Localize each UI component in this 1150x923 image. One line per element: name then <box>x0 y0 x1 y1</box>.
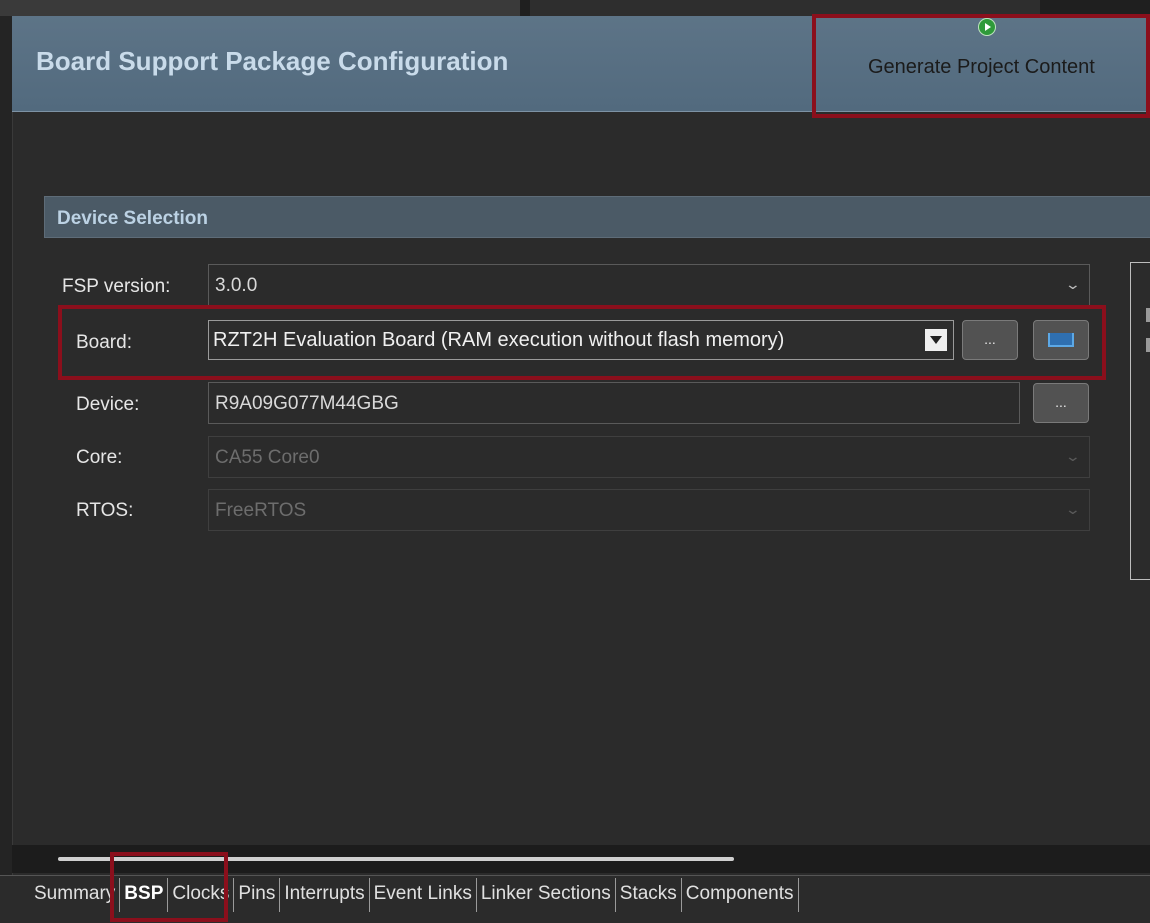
chevron-down-icon: ⌄ <box>1064 501 1082 517</box>
board-browse-button[interactable]: ... <box>962 320 1018 360</box>
editor-tab-2[interactable] <box>530 0 1040 16</box>
tab-interrupts[interactable]: Interrupts <box>280 878 370 912</box>
play-circle-icon <box>978 18 996 36</box>
dropdown-arrow-icon[interactable] <box>925 329 947 351</box>
tab-summary[interactable]: Summary <box>30 878 121 912</box>
import-board-button[interactable] <box>1033 320 1089 360</box>
tab-clocks[interactable]: Clocks <box>168 878 235 912</box>
board-label: Board: <box>76 332 132 353</box>
generate-button-label: Generate Project Content <box>868 56 1095 78</box>
tab-bsp[interactable]: BSP <box>120 878 169 912</box>
editor-tab-1[interactable] <box>0 0 520 16</box>
tab-stacks[interactable]: Stacks <box>616 878 682 912</box>
page-title: Board Support Package Configuration <box>36 46 509 76</box>
device-browse-button[interactable]: ... <box>1033 383 1089 423</box>
fsp-version-value: 3.0.0 <box>215 275 258 296</box>
scrollbar-thumb[interactable] <box>58 857 734 861</box>
editor-tab-strip <box>0 0 1150 16</box>
core-value: CA55 Core0 <box>215 447 320 468</box>
rtos-value: FreeRTOS <box>215 500 307 521</box>
device-label: Device: <box>76 394 140 415</box>
tab-linker-sections[interactable]: Linker Sections <box>477 878 616 912</box>
tab-event-links[interactable]: Event Links <box>370 878 477 912</box>
chevron-down-icon: ⌄ <box>1064 276 1082 292</box>
right-panel-marker <box>1146 338 1150 352</box>
configuration-tabs: Summary BSP Clocks Pins Interrupts Event… <box>30 878 799 912</box>
tab-pins[interactable]: Pins <box>234 878 281 912</box>
fsp-version-select[interactable]: 3.0.0 ⌄ <box>208 264 1090 306</box>
board-select[interactable]: RZT2H Evaluation Board (RAM execution wi… <box>208 320 954 360</box>
generate-project-content-button[interactable]: Generate Project Content <box>850 18 1135 98</box>
rtos-label: RTOS: <box>76 500 134 521</box>
import-board-icon <box>1048 333 1074 347</box>
rtos-select: FreeRTOS ⌄ <box>208 489 1090 531</box>
device-field[interactable]: R9A09G077M44GBG <box>208 382 1020 424</box>
right-panel-marker <box>1146 308 1150 322</box>
tab-components[interactable]: Components <box>682 878 799 912</box>
device-value: R9A09G077M44GBG <box>215 393 399 414</box>
device-selection-title: Device Selection <box>57 208 209 229</box>
board-value: RZT2H Evaluation Board (RAM execution wi… <box>213 329 785 351</box>
chevron-down-icon: ⌄ <box>1064 448 1082 464</box>
fsp-version-label: FSP version: <box>62 276 171 297</box>
device-selection-header: Device Selection <box>44 196 1150 238</box>
core-select: CA55 Core0 ⌄ <box>208 436 1090 478</box>
left-panel-edge <box>0 16 13 876</box>
core-label: Core: <box>76 447 123 468</box>
